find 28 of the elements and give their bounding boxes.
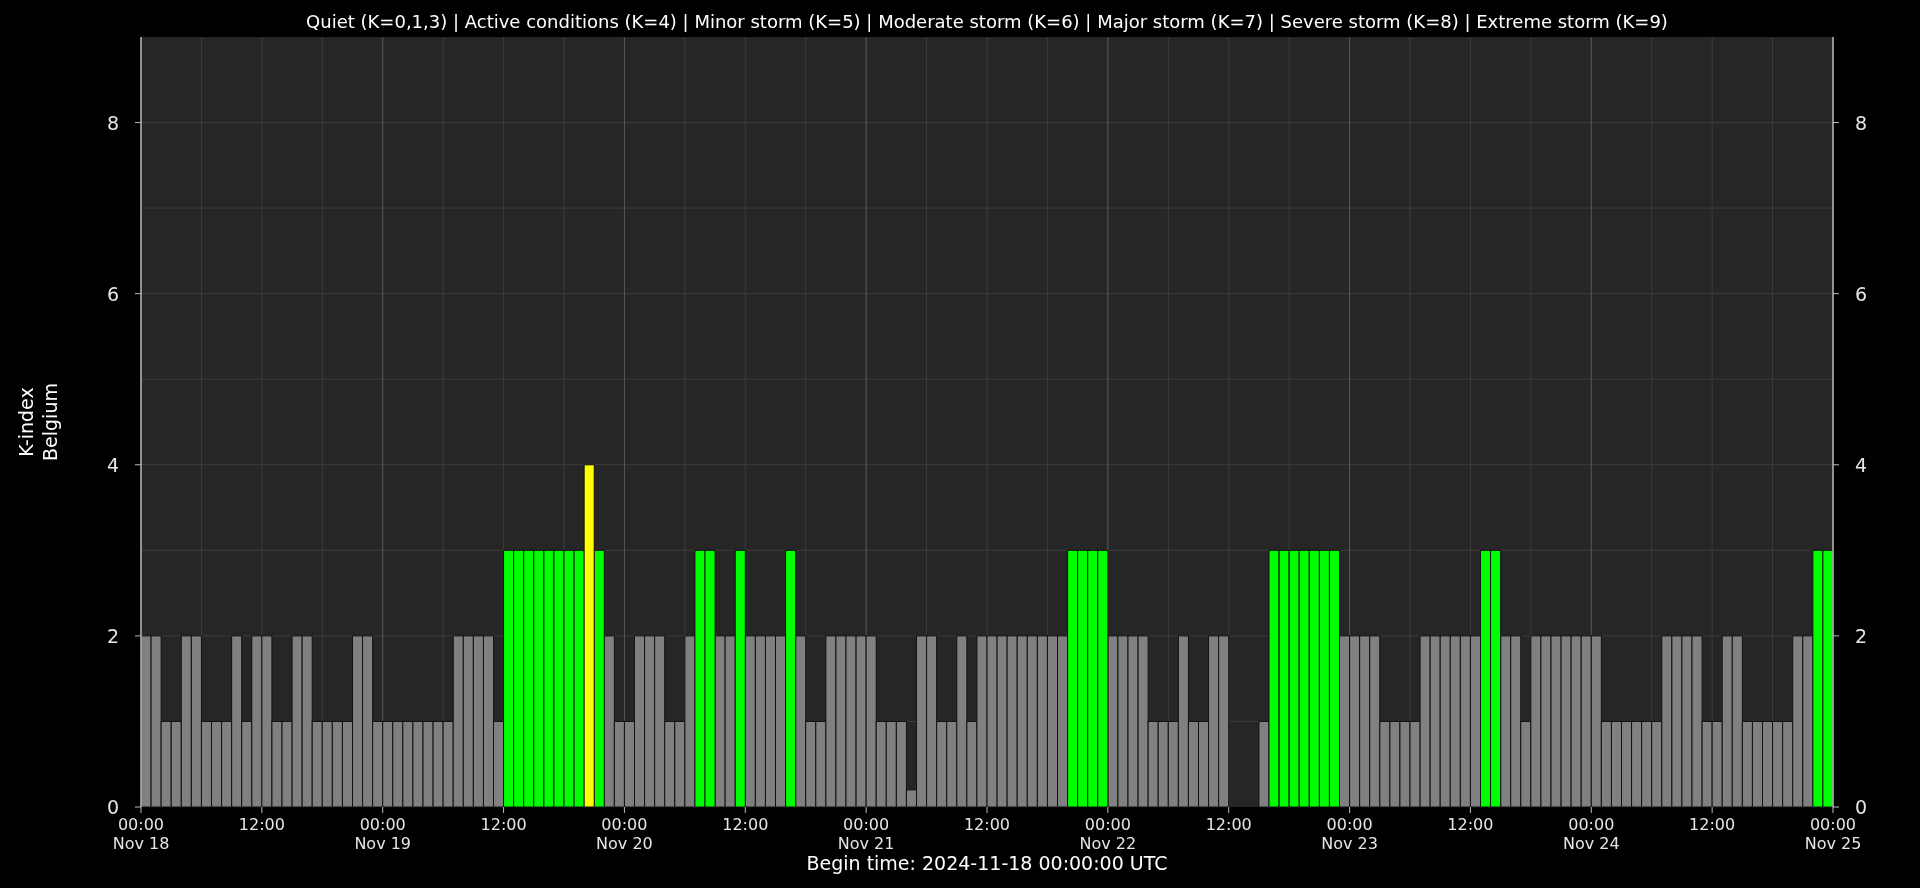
axis-tick-label: 4 bbox=[1855, 453, 1868, 476]
axis-tick-label: 00:00 Nov 25 bbox=[1804, 815, 1862, 853]
axis-tick-label: 00:00 Nov 19 bbox=[354, 815, 412, 853]
axis-tick-label: 4 bbox=[106, 453, 119, 476]
axis-tick-label: 00:00 Nov 21 bbox=[837, 815, 895, 853]
axis-tick-label: 12:00 bbox=[238, 815, 285, 834]
chart-title: Quiet (K=0,1,3) | Active conditions (K=4) | Minor storm (K=5) | Moderate storm (K=6) | Major storm (K=7) | Severe storm (K=8) | Extreme storm (K=9) bbox=[306, 11, 1668, 32]
axis-tick-label: 6 bbox=[1855, 282, 1868, 305]
y-axis-label: K-index Belgium bbox=[15, 383, 61, 461]
axis-tick-label: 12:00 bbox=[480, 815, 527, 834]
axis-tick-label: 8 bbox=[106, 111, 119, 134]
axis-tick-label: 00:00 Nov 18 bbox=[112, 815, 170, 853]
axis-tick-label: 2 bbox=[1855, 624, 1868, 647]
axis-tick-label: 00:00 Nov 24 bbox=[1562, 815, 1620, 853]
axis-tick-label: 2 bbox=[106, 624, 119, 647]
axis-tick-label: 8 bbox=[1855, 111, 1868, 134]
axis-tick-label: 12:00 bbox=[1689, 815, 1736, 834]
axis-tick-label: 0 bbox=[1855, 796, 1868, 818]
axis-tick-label: 00:00 Nov 22 bbox=[1079, 815, 1137, 853]
axis-tick-label: 12:00 bbox=[1447, 815, 1494, 834]
x-axis-label: Begin time: 2024-11-18 00:00:00 UTC bbox=[806, 852, 1168, 874]
axis-tick-label: 00:00 Nov 20 bbox=[596, 815, 653, 853]
axis-tick-label: 6 bbox=[106, 282, 119, 305]
axis-tick-label: 12:00 bbox=[722, 815, 769, 834]
axis-tick-label: 0 bbox=[106, 796, 119, 818]
axis-tick-label: 00:00 Nov 23 bbox=[1321, 815, 1378, 853]
axis-tick-label: 12:00 bbox=[963, 815, 1011, 834]
axis-tick-label: 12:00 bbox=[1205, 815, 1252, 834]
